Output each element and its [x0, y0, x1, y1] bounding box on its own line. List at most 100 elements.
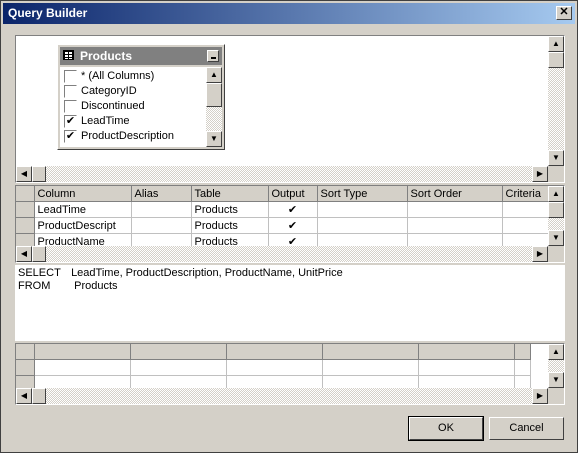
- table-box-products[interactable]: Products * (All Columns) CategoryID Disc…: [57, 44, 225, 150]
- table-row[interactable]: LeadTime Products ✔: [16, 201, 553, 218]
- grid-pane[interactable]: Column Alias Table Output Sort Type Sort…: [15, 185, 565, 263]
- scroll-left-icon[interactable]: ◀: [16, 166, 32, 182]
- grid-horizontal-scrollbar[interactable]: [16, 246, 548, 262]
- row-selector[interactable]: [16, 201, 35, 218]
- alias-header[interactable]: Alias: [131, 186, 192, 202]
- column-checkbox[interactable]: [64, 85, 77, 98]
- diagram-pane[interactable]: Products * (All Columns) CategoryID Disc…: [15, 35, 565, 183]
- scroll-down-icon[interactable]: ▼: [548, 150, 564, 166]
- alias-cell[interactable]: [131, 201, 192, 218]
- scroll-left-icon[interactable]: ◀: [16, 388, 32, 404]
- result-column-header[interactable]: [34, 344, 131, 360]
- row-selector-header: [16, 186, 35, 202]
- sql-keyword: FROM: [18, 280, 51, 292]
- criteria-cell[interactable]: [502, 217, 553, 234]
- ok-button[interactable]: OK: [408, 416, 484, 441]
- column-item-all[interactable]: * (All Columns): [62, 69, 202, 84]
- cancel-button[interactable]: Cancel: [489, 417, 564, 440]
- scrollbar-thumb[interactable]: [548, 202, 564, 218]
- column-header[interactable]: Column: [34, 186, 132, 202]
- table-cell[interactable]: Products: [191, 217, 269, 234]
- column-label: ProductDescription: [81, 130, 174, 142]
- sql-text[interactable]: SELECT LeadTime, ProductDescription, Pro…: [18, 267, 343, 293]
- scroll-left-icon[interactable]: ◀: [16, 246, 32, 262]
- sort-type-cell[interactable]: [317, 217, 408, 234]
- output-checkbox[interactable]: ✔: [268, 217, 318, 234]
- criteria-cell[interactable]: [502, 201, 553, 218]
- scroll-right-icon[interactable]: ▶: [532, 166, 548, 182]
- close-button[interactable]: ✕: [556, 6, 572, 20]
- scrollbar-thumb[interactable]: [32, 246, 46, 262]
- sort-order-header[interactable]: Sort Order: [407, 186, 503, 202]
- result-cell[interactable]: [322, 359, 419, 376]
- scrollbar-corner: [548, 388, 564, 404]
- scrollbar-thumb[interactable]: [206, 83, 222, 107]
- alias-cell[interactable]: [131, 217, 192, 234]
- result-column-header[interactable]: [226, 344, 323, 360]
- column-item-productdescription[interactable]: ✔ ProductDescription: [62, 129, 202, 144]
- column-cell[interactable]: ProductDescript: [34, 217, 132, 234]
- scroll-down-icon[interactable]: ▼: [548, 372, 564, 388]
- column-checkbox[interactable]: [64, 70, 77, 83]
- scroll-down-icon[interactable]: ▼: [206, 131, 222, 147]
- column-item-categoryid[interactable]: CategoryID: [62, 84, 202, 99]
- criteria-header[interactable]: Criteria: [502, 186, 553, 202]
- grid-header-row: Column Alias Table Output Sort Type Sort…: [16, 186, 553, 202]
- column-label: CategoryID: [81, 85, 137, 97]
- column-label: LeadTime: [81, 115, 130, 127]
- table-row[interactable]: [16, 359, 531, 376]
- window-title: Query Builder: [8, 6, 88, 20]
- scrollbar-thumb[interactable]: [548, 52, 564, 68]
- column-checkbox-checked[interactable]: ✔: [64, 130, 77, 143]
- minimize-icon[interactable]: [207, 50, 219, 62]
- results-horizontal-scrollbar[interactable]: [16, 388, 548, 404]
- scroll-up-icon[interactable]: ▲: [548, 344, 564, 360]
- scrollbar-corner: [548, 246, 564, 262]
- result-column-header[interactable]: [514, 344, 531, 360]
- result-column-header[interactable]: [130, 344, 227, 360]
- row-selector-header: [16, 344, 35, 360]
- scroll-down-icon[interactable]: ▼: [548, 230, 564, 246]
- output-checkbox[interactable]: ✔: [268, 201, 318, 218]
- sql-pane[interactable]: SELECT LeadTime, ProductDescription, Pro…: [15, 265, 565, 341]
- result-cell[interactable]: [226, 359, 323, 376]
- table-cell[interactable]: Products: [191, 201, 269, 218]
- scroll-right-icon[interactable]: ▶: [532, 246, 548, 262]
- sort-type-cell[interactable]: [317, 201, 408, 218]
- result-cell[interactable]: [514, 359, 531, 376]
- column-cell[interactable]: LeadTime: [34, 201, 132, 218]
- scrollbar-thumb[interactable]: [32, 388, 46, 404]
- sort-order-cell[interactable]: [407, 201, 503, 218]
- table-header[interactable]: Table: [191, 186, 269, 202]
- result-cell[interactable]: [418, 359, 515, 376]
- sql-keyword: SELECT: [18, 267, 61, 279]
- title-bar[interactable]: Query Builder ✕: [3, 3, 575, 24]
- result-cell[interactable]: [34, 359, 131, 376]
- column-item-discontinued[interactable]: Discontinued: [62, 99, 202, 114]
- result-column-header[interactable]: [322, 344, 419, 360]
- sort-type-header[interactable]: Sort Type: [317, 186, 408, 202]
- diagram-horizontal-scrollbar[interactable]: [16, 166, 548, 182]
- column-list: * (All Columns) CategoryID Discontinued …: [60, 67, 206, 147]
- sql-select-list: LeadTime, ProductDescription, ProductNam…: [71, 267, 343, 279]
- column-item-leadtime[interactable]: ✔ LeadTime: [62, 114, 202, 129]
- scroll-up-icon[interactable]: ▲: [548, 36, 564, 52]
- result-cell[interactable]: [130, 359, 227, 376]
- column-checkbox-checked[interactable]: ✔: [64, 115, 77, 128]
- scroll-right-icon[interactable]: ▶: [532, 388, 548, 404]
- sort-order-cell[interactable]: [407, 217, 503, 234]
- results-header-row: [16, 344, 531, 360]
- table-box-title-bar[interactable]: Products: [60, 47, 222, 65]
- row-selector[interactable]: [16, 359, 35, 376]
- table-icon: [63, 50, 74, 60]
- result-column-header[interactable]: [418, 344, 515, 360]
- results-grid: [16, 344, 531, 392]
- scrollbar-thumb[interactable]: [32, 166, 46, 182]
- scroll-up-icon[interactable]: ▲: [206, 67, 222, 83]
- row-selector[interactable]: [16, 217, 35, 234]
- column-checkbox[interactable]: [64, 100, 77, 113]
- table-row[interactable]: ProductDescript Products ✔: [16, 217, 553, 234]
- scroll-up-icon[interactable]: ▲: [548, 186, 564, 202]
- output-header[interactable]: Output: [268, 186, 318, 202]
- results-pane[interactable]: ▲ ▼ ◀ ▶: [15, 343, 565, 405]
